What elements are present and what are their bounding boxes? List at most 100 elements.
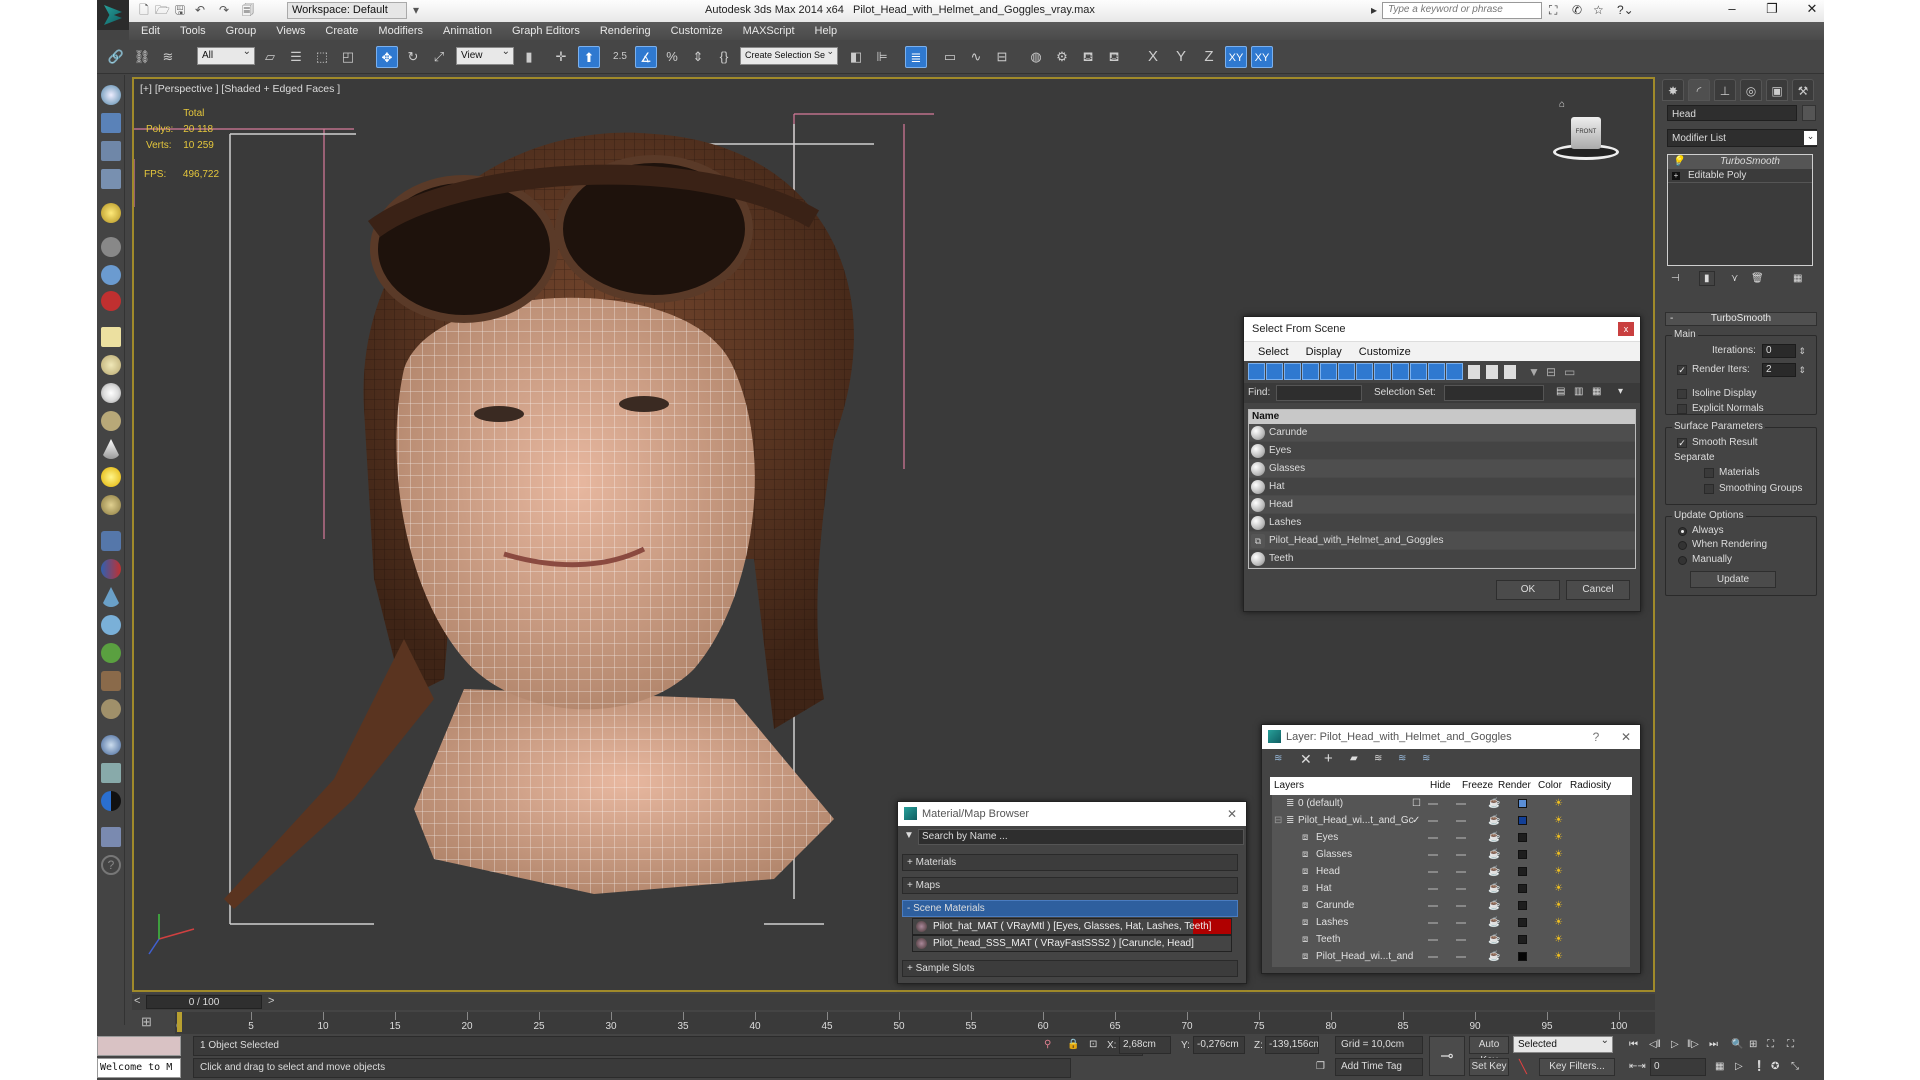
axis-constraint-z[interactable]: Z <box>1198 46 1220 68</box>
scene-object-row[interactable]: Head <box>1249 496 1635 514</box>
column-header-hide[interactable]: Hide <box>1430 780 1451 791</box>
hide-toggle[interactable] <box>1428 905 1438 907</box>
set-key-big-button[interactable]: ⊸ <box>1429 1036 1465 1076</box>
default-in-out-tangent-icon[interactable]: ╲ <box>1519 1059 1527 1075</box>
radiosity-icon[interactable]: ☀ <box>1554 897 1563 914</box>
render-teapot-icon[interactable]: ☕ <box>1488 846 1500 863</box>
save-file-icon[interactable]: 🖫 <box>173 3 187 17</box>
radiosity-icon[interactable]: ☀ <box>1554 914 1563 931</box>
scene-object-row[interactable]: Eyes <box>1249 442 1635 460</box>
layer-row[interactable]: ⧈ Teeth ☕ ☀ <box>1272 931 1630 948</box>
filter-helpers-icon[interactable] <box>1320 363 1337 380</box>
render-setup-icon[interactable]: ⚙ <box>1051 46 1073 68</box>
teapot-icon[interactable] <box>101 85 121 105</box>
scene-object-row[interactable]: ⧉ Pilot_Head_with_Helmet_and_Goggles <box>1249 532 1635 550</box>
update-always-radio[interactable] <box>1678 527 1687 536</box>
mesh-clipper-icon[interactable] <box>101 587 121 607</box>
isolate-selection-icon[interactable]: ⚲ <box>1044 1039 1051 1050</box>
menu-customize[interactable]: Customize <box>671 22 723 40</box>
redo-icon[interactable]: ↷ <box>217 3 231 17</box>
selection-lock-icon[interactable]: 🔒 <box>1067 1039 1079 1050</box>
y-coordinate-field[interactable]: -0,276cm <box>1193 1036 1245 1054</box>
chevron-down-icon[interactable]: ⌄ <box>1804 131 1817 145</box>
display-tab-icon[interactable]: ▣ <box>1766 79 1788 101</box>
plane-light-icon[interactable] <box>101 327 121 347</box>
render-production-icon[interactable]: ⛾ <box>1103 46 1125 68</box>
go-to-end-icon[interactable]: ⏭ <box>1709 1039 1718 1050</box>
menu-modifiers[interactable]: Modifiers <box>378 22 423 40</box>
browser-options-icon[interactable]: ▼ <box>904 830 914 841</box>
radiosity-icon[interactable]: ☀ <box>1554 812 1563 829</box>
object-name-field[interactable]: Head <box>1667 105 1797 121</box>
filter-frozen-icon[interactable] <box>1428 363 1445 380</box>
z-coordinate-field[interactable]: -139,156cm <box>1265 1036 1319 1054</box>
column-header-layers[interactable]: Layers <box>1274 780 1304 791</box>
display-none-icon[interactable] <box>1486 365 1498 379</box>
maximize-viewport-icon[interactable]: ⤡ <box>1791 1061 1799 1072</box>
section-materials[interactable]: + Materials <box>902 854 1238 871</box>
dialog-title-bar[interactable]: Layer: Pilot_Head_with_Helmet_and_Goggle… <box>1262 725 1640 749</box>
freeze-toggle[interactable] <box>1456 871 1466 873</box>
layer-color-swatch[interactable] <box>1518 799 1527 808</box>
absolute-mode-icon[interactable]: ⊡ <box>1089 1039 1097 1050</box>
time-slider[interactable]: < 0 / 100 > <box>132 994 1655 1010</box>
panel-icon[interactable] <box>101 141 121 161</box>
previous-frame-arrow[interactable]: < <box>134 995 140 1007</box>
column-header-freeze[interactable]: Freeze <box>1462 780 1493 791</box>
object-color-swatch[interactable] <box>1802 105 1816 121</box>
make-current-icon[interactable]: ≋ <box>1398 753 1406 764</box>
motion-tab-icon[interactable]: ◎ <box>1740 79 1762 101</box>
render-iters-checkbox[interactable]: ✓ <box>1677 365 1687 375</box>
layer-color-swatch[interactable] <box>1518 935 1527 944</box>
cancel-button[interactable]: Cancel <box>1566 580 1630 600</box>
previous-key-icon[interactable]: ◁‖ <box>1649 1039 1661 1050</box>
field-of-view-icon[interactable]: ▷ <box>1735 1061 1743 1072</box>
freeze-toggle[interactable] <box>1456 905 1466 907</box>
open-file-icon[interactable]: 🗁 <box>155 3 170 17</box>
timeline-ruler[interactable]: 0510152025303540455055606570758085909510… <box>175 1012 1655 1034</box>
freeze-toggle[interactable] <box>1456 956 1466 958</box>
scene-object-row[interactable]: Carunde <box>1249 424 1635 442</box>
render-teapot-icon[interactable]: ☕ <box>1488 812 1500 829</box>
reference-coordinate-dropdown[interactable]: View <box>456 46 514 65</box>
select-object-icon[interactable]: ▱ <box>259 46 281 68</box>
layer-row[interactable]: ⧈ Glasses ☕ ☀ <box>1272 846 1630 863</box>
render-teapot-icon[interactable]: ☕ <box>1488 829 1500 846</box>
angle-snap-toggle-icon[interactable]: ∡ <box>635 46 657 68</box>
filter-shapes-icon[interactable] <box>1266 363 1283 380</box>
fur-icon[interactable] <box>101 615 121 635</box>
sun-icon[interactable] <box>101 467 121 487</box>
communication-center-icon[interactable]: ✆ <box>1572 3 1582 17</box>
help-button[interactable]: ? <box>1588 730 1604 744</box>
workspace-dropdown[interactable]: Workspace: Default <box>287 2 407 19</box>
zoom-extents-icon[interactable]: ⛶ <box>1767 1039 1774 1050</box>
select-and-link-icon[interactable]: 🔗 <box>105 46 127 68</box>
undo-icon[interactable]: ↶ <box>193 3 207 17</box>
light-bulb-icon[interactable] <box>101 203 121 223</box>
schematic-view-icon[interactable]: ⊟ <box>991 46 1013 68</box>
ies-light-icon[interactable] <box>101 439 121 459</box>
axis-constraint-xy[interactable]: XY <box>1225 46 1247 68</box>
axis-constraint-x[interactable]: X <box>1142 46 1164 68</box>
hide-toggle[interactable] <box>1428 820 1438 822</box>
menu-tools[interactable]: Tools <box>180 22 206 40</box>
menu-create[interactable]: Create <box>325 22 358 40</box>
layer-color-swatch[interactable] <box>1518 816 1527 825</box>
current-frame-marker[interactable] <box>177 1012 182 1032</box>
hide-toggle[interactable] <box>1428 939 1438 941</box>
layer-row[interactable]: ≣ 0 (default) ☐ ☕ ☀ <box>1272 795 1630 812</box>
stack-item-editable-poly[interactable]: + Editable Poly <box>1668 169 1812 183</box>
radiosity-icon[interactable]: ☀ <box>1554 795 1563 812</box>
smoothing-groups-checkbox[interactable] <box>1704 484 1714 494</box>
rectangular-selection-icon[interactable]: ⬚ <box>311 46 333 68</box>
select-all-icon[interactable]: ▤ <box>1556 386 1565 397</box>
filter-space-warps-icon[interactable] <box>1338 363 1355 380</box>
modifier-list-dropdown[interactable]: Modifier List <box>1667 129 1817 147</box>
video-camera-icon[interactable] <box>101 291 121 311</box>
layer-color-swatch[interactable] <box>1518 884 1527 893</box>
align-icon[interactable]: ⊫ <box>871 46 893 68</box>
menu-graph-editors[interactable]: Graph Editors <box>512 22 580 40</box>
scene-object-row[interactable]: Teeth <box>1249 550 1635 568</box>
key-filters-button[interactable]: Key Filters... <box>1539 1058 1615 1076</box>
x-coordinate-field[interactable]: 2,68cm <box>1119 1036 1171 1054</box>
